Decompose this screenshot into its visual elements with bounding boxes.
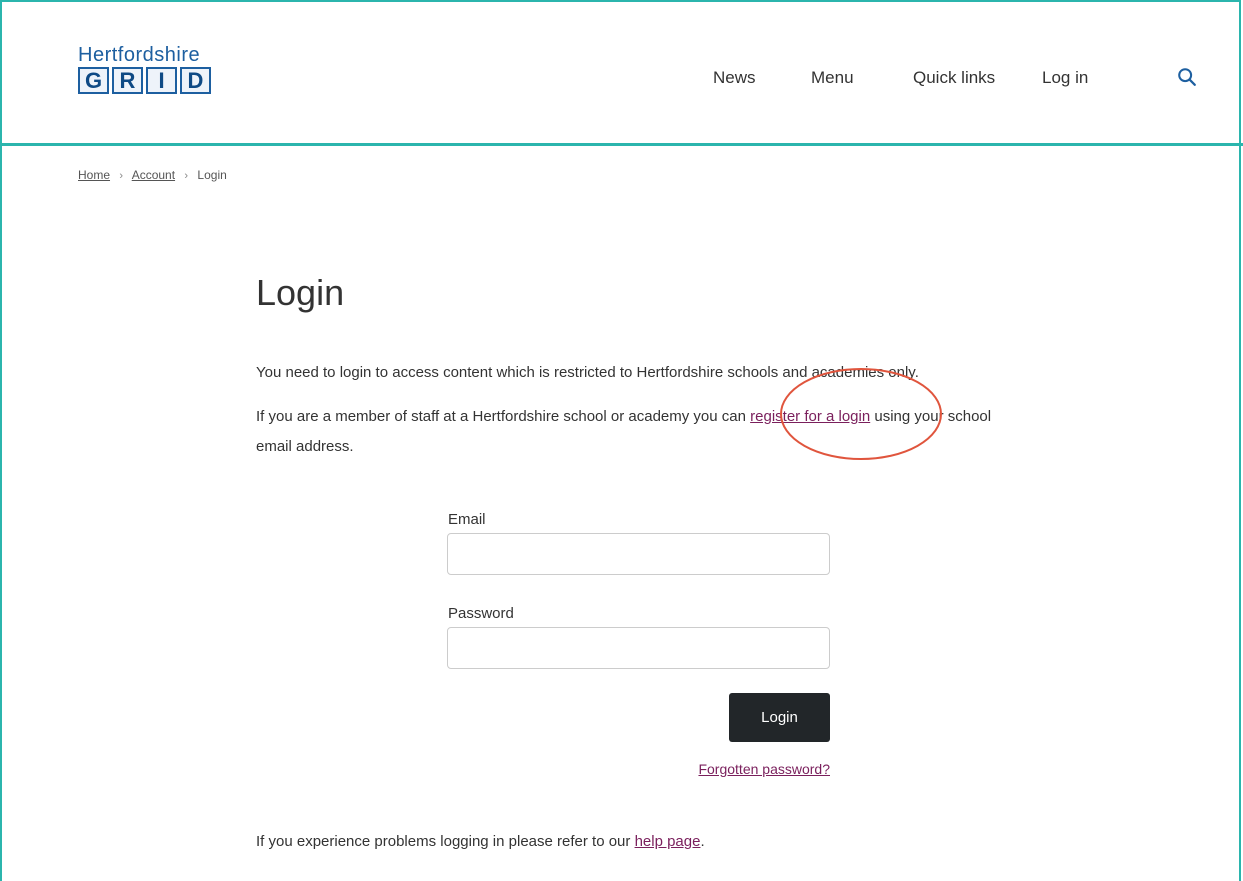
logo-top-text: Hertfordshire <box>78 44 201 66</box>
register-prefix: If you are a member of staff at a Hertfo… <box>256 408 751 425</box>
help-suffix: . <box>700 833 705 850</box>
breadcrumb-home[interactable]: Home <box>78 168 110 182</box>
email-field[interactable] <box>447 533 830 575</box>
help-page-link[interactable]: help page <box>635 833 701 850</box>
logo-grid-letters: G R I D <box>78 67 228 94</box>
password-field[interactable] <box>447 627 830 669</box>
breadcrumb-separator: › <box>119 170 124 182</box>
nav-log-in[interactable]: Log in <box>1042 68 1088 88</box>
breadcrumb-current: Login <box>197 168 227 182</box>
register-text: If you are a member of staff at a Hertfo… <box>256 402 1008 462</box>
password-label: Password <box>448 605 514 622</box>
logo-letter-i: I <box>146 67 177 94</box>
page-title: Login <box>256 272 345 313</box>
email-label: Email <box>448 511 486 528</box>
site-header: Hertfordshire G R I D News Menu Quick li… <box>0 0 1243 146</box>
search-icon[interactable] <box>1176 66 1198 88</box>
forgotten-password-link[interactable]: Forgotten password? <box>698 761 830 777</box>
intro-text: You need to login to access content whic… <box>256 364 919 381</box>
nav-news[interactable]: News <box>713 68 756 88</box>
breadcrumb-account[interactable]: Account <box>132 168 175 182</box>
breadcrumb: Home › Account › Login <box>78 168 227 182</box>
help-prefix: If you experience problems logging in pl… <box>256 833 635 850</box>
hertfordshire-grid-logo[interactable]: Hertfordshire G R I D <box>78 45 228 94</box>
breadcrumb-separator: › <box>184 170 189 182</box>
logo-letter-r: R <box>112 67 143 94</box>
register-link[interactable]: register for a login <box>750 408 870 425</box>
nav-menu[interactable]: Menu <box>811 68 854 88</box>
nav-quick-links[interactable]: Quick links <box>913 68 995 88</box>
logo-letter-d: D <box>180 67 211 94</box>
logo-letter-g: G <box>78 67 109 94</box>
help-text: If you experience problems logging in pl… <box>256 827 1016 857</box>
login-button[interactable]: Login <box>729 693 830 742</box>
